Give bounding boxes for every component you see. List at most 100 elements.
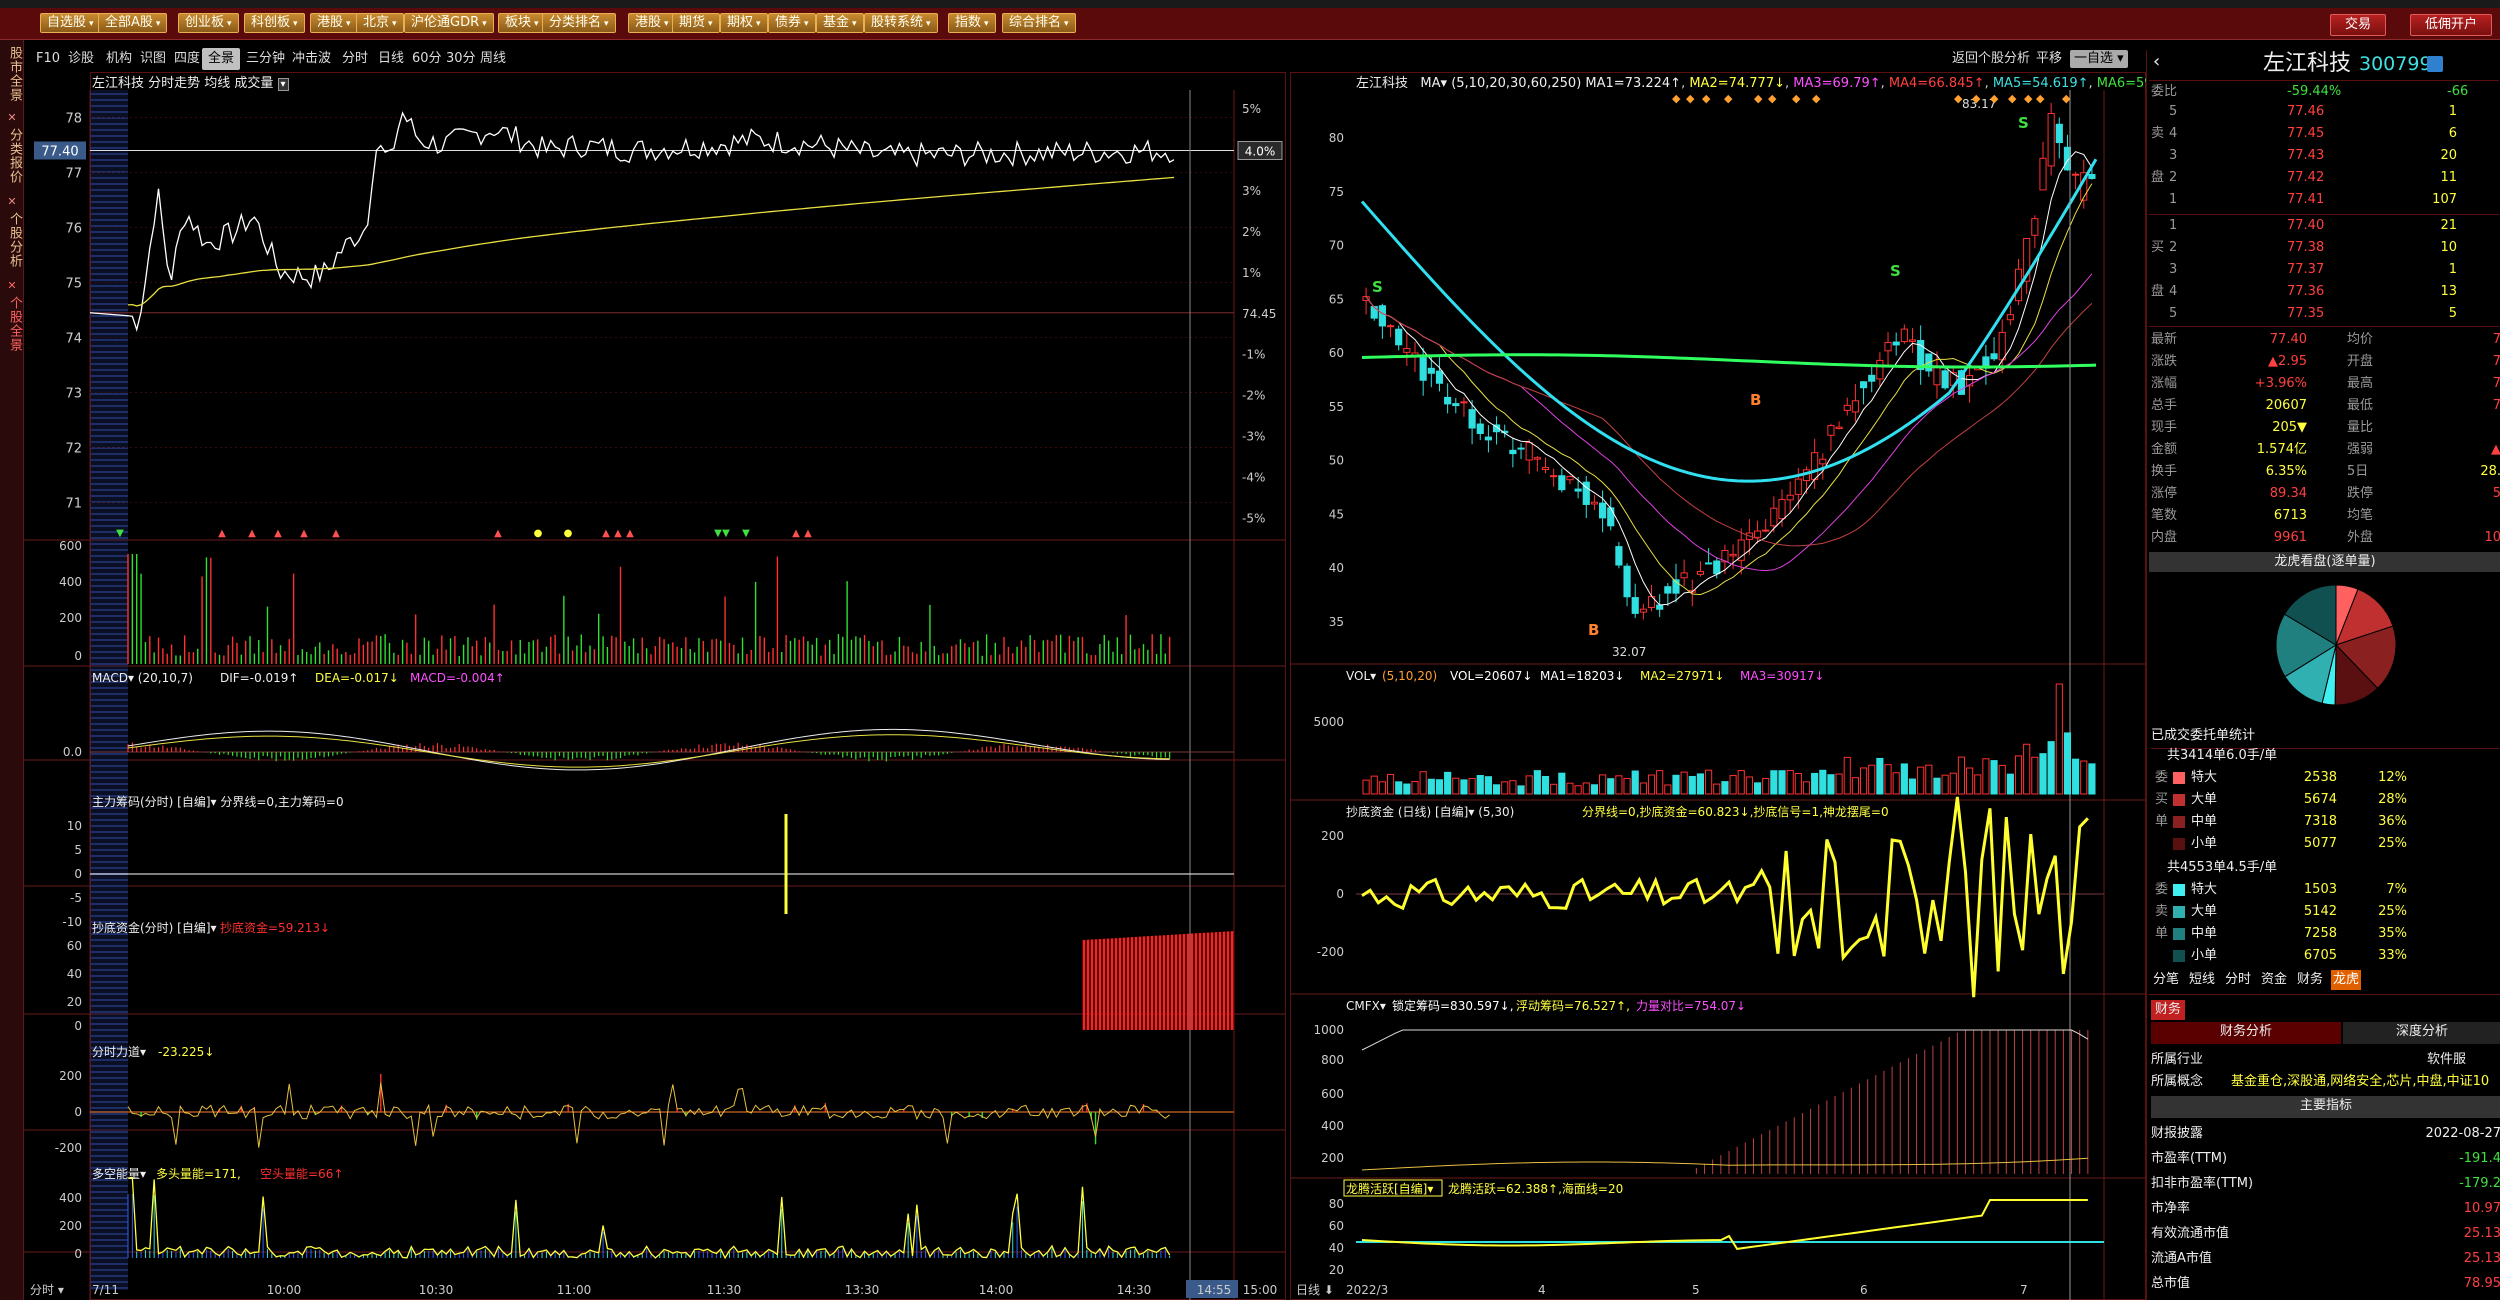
- buy-order-value: 5674: [2303, 792, 2337, 807]
- event-marker: ◆: [1812, 92, 1821, 105]
- subtab-12[interactable]: 周线: [474, 48, 512, 70]
- menu-item-8[interactable]: 分类排名 ▾: [542, 13, 616, 33]
- time-axis-label: 15:00: [1243, 1283, 1278, 1297]
- rail-stock-panorama[interactable]: 个股全景: [2, 296, 22, 352]
- menu-item-13[interactable]: 基金 ▾: [816, 13, 864, 33]
- close-icon[interactable]: ✕: [6, 196, 18, 208]
- chevron-down-icon: ▾: [852, 19, 857, 29]
- stat-value: 20607: [2265, 398, 2307, 413]
- back-to-analysis-link[interactable]: 返回个股分析: [1952, 50, 2030, 68]
- bottom-tab-1[interactable]: 短线: [2187, 970, 2217, 990]
- menu-item-0[interactable]: 自选股 ▾: [40, 13, 101, 33]
- stat-value: 7: [2492, 398, 2500, 413]
- sell-level-label: 2: [2169, 170, 2178, 185]
- subtab-6[interactable]: 三分钟: [240, 48, 291, 70]
- subtab-1[interactable]: 诊股: [62, 48, 100, 70]
- event-marker: ◆: [1954, 92, 1963, 105]
- rail-category-quotes[interactable]: 分类报价: [2, 128, 22, 184]
- open-account-button[interactable]: 低佣开户: [2410, 14, 2493, 36]
- stat-label: 外盘: [2347, 530, 2374, 545]
- sell-level-label: 5: [2169, 104, 2178, 119]
- bottom-tab-2[interactable]: 分时: [2223, 970, 2253, 990]
- close-icon[interactable]: ✕: [6, 280, 18, 292]
- volume-bar: [1941, 774, 1949, 795]
- menu-item-4[interactable]: 港股 ▾: [310, 13, 358, 33]
- bottom-tab-3[interactable]: 资金: [2259, 970, 2289, 990]
- buy-order-type: 中单: [2191, 814, 2218, 829]
- macd-title: MACD▾ (20,10,7): [92, 671, 193, 685]
- menu-item-5[interactable]: 北京 ▾: [356, 13, 404, 33]
- stat-label: 5日: [2347, 464, 2369, 479]
- volume-bar: [2080, 760, 2088, 795]
- finance-tab[interactable]: 财务: [2151, 1000, 2186, 1020]
- candle-body: [1435, 370, 1444, 384]
- bottom-tab-4[interactable]: 财务: [2295, 970, 2325, 990]
- candle-body: [1476, 423, 1484, 435]
- menu-item-16[interactable]: 综合排名 ▾: [1002, 13, 1076, 33]
- menu-bar: 自选股 ▾ 全部A股 ▾ 创业板 ▾ 科创板 ▾ 港股 ▾ 北京 ▾ 沪伦通GDR ▾ 板块 ▾ 分类排名 ▾ 港股…: [0, 8, 2500, 40]
- menu-item-3[interactable]: 科创板 ▾: [244, 13, 305, 33]
- subtab-2[interactable]: 机构: [100, 48, 138, 70]
- buy-volume: 1: [2448, 262, 2457, 277]
- subtab-3[interactable]: 识图: [134, 48, 172, 70]
- buy-order-pct: 36%: [2378, 814, 2407, 829]
- premarket-block: [90, 90, 128, 1290]
- menu-item-1[interactable]: 全部A股 ▾: [98, 13, 168, 33]
- menu-item-14[interactable]: 股转系统 ▾: [864, 13, 938, 33]
- subtab-8[interactable]: 分时: [336, 48, 374, 70]
- volume-bar: [1974, 774, 1982, 795]
- kline-axis-label: 65: [1329, 292, 1344, 306]
- ma-indicator-menu[interactable]: MA▾: [1420, 76, 1447, 91]
- menu-item-11[interactable]: 期权 ▾: [720, 13, 768, 33]
- stat-label: 跌停: [2347, 486, 2374, 501]
- rail-market-overview[interactable]: 股市全景: [2, 46, 22, 102]
- flat-shift-button[interactable]: 平移: [2036, 50, 2062, 68]
- menu-item-2[interactable]: 创业板 ▾: [178, 13, 239, 33]
- vol-ma2: MA2=27971↓: [1640, 669, 1724, 683]
- fl-axis-label: -200: [55, 1141, 82, 1155]
- subtab-0[interactable]: F10: [30, 48, 66, 70]
- volume-bar: [1582, 782, 1590, 795]
- bottom-tab-5[interactable]: 龙虎: [2331, 970, 2362, 990]
- depth-analysis-tab[interactable]: 深度分析: [2343, 1022, 2500, 1044]
- buy-order-side: 委: [2155, 770, 2169, 785]
- menu-item-7[interactable]: 板块 ▾: [498, 13, 546, 33]
- subtab-4[interactable]: 四度: [168, 48, 206, 70]
- trade-button[interactable]: 交易: [2330, 14, 2387, 36]
- candle-body: [1990, 353, 1998, 360]
- sell-order-value: 6705: [2303, 948, 2337, 963]
- subtab-7[interactable]: 冲击波: [286, 48, 337, 70]
- finance-analysis-tab[interactable]: 财务分析: [2151, 1022, 2341, 1044]
- price-axis-label: 74: [65, 332, 82, 347]
- subtab-5[interactable]: 全景: [202, 48, 241, 70]
- webi-label: 委比: [2151, 84, 2178, 99]
- subtab-9[interactable]: 日线: [372, 48, 410, 70]
- volume-bar: [1452, 777, 1460, 795]
- volume-bar: [1811, 772, 1819, 795]
- fl-val: -23.225↓: [158, 1045, 214, 1059]
- menu-item-10[interactable]: 期货 ▾: [672, 13, 720, 33]
- kline-axis-label: 50: [1329, 454, 1344, 468]
- self-select-dropdown[interactable]: 一自选 ▾: [2070, 50, 2128, 68]
- buy-order-value: 2538: [2303, 770, 2337, 785]
- volume-bar: [1541, 775, 1550, 795]
- cmfx-axis-label: 600: [1321, 1087, 1344, 1101]
- bottom-tab-0[interactable]: 分笔: [2151, 970, 2181, 990]
- cd-val: 抄底资金=59.213↓: [220, 920, 330, 935]
- menu-item-15[interactable]: 指数 ▾: [948, 13, 996, 33]
- rail-stock-analysis[interactable]: 个股分析: [2, 212, 22, 268]
- menu-item-9[interactable]: 港股 ▾: [628, 13, 676, 33]
- sell-order-side: 单: [2155, 926, 2169, 941]
- cd-title: 抄底资金(分时) [自编]▾: [92, 920, 217, 935]
- menu-item-6[interactable]: 沪伦通GDR ▾: [404, 13, 494, 33]
- buy-order-pct: 12%: [2378, 770, 2407, 785]
- volume-bar: [1599, 774, 1607, 795]
- close-icon[interactable]: ✕: [6, 112, 18, 124]
- kline-axis-label: 80: [1329, 131, 1344, 145]
- fin-value: 25.13: [2463, 1251, 2500, 1266]
- buy-price: 77.38: [2287, 240, 2325, 255]
- candle-body: [1892, 341, 1900, 346]
- menu-item-12[interactable]: 债券 ▾: [768, 13, 816, 33]
- candle-body: [1599, 502, 1607, 519]
- back-chevron-icon[interactable]: ‹: [2153, 52, 2160, 72]
